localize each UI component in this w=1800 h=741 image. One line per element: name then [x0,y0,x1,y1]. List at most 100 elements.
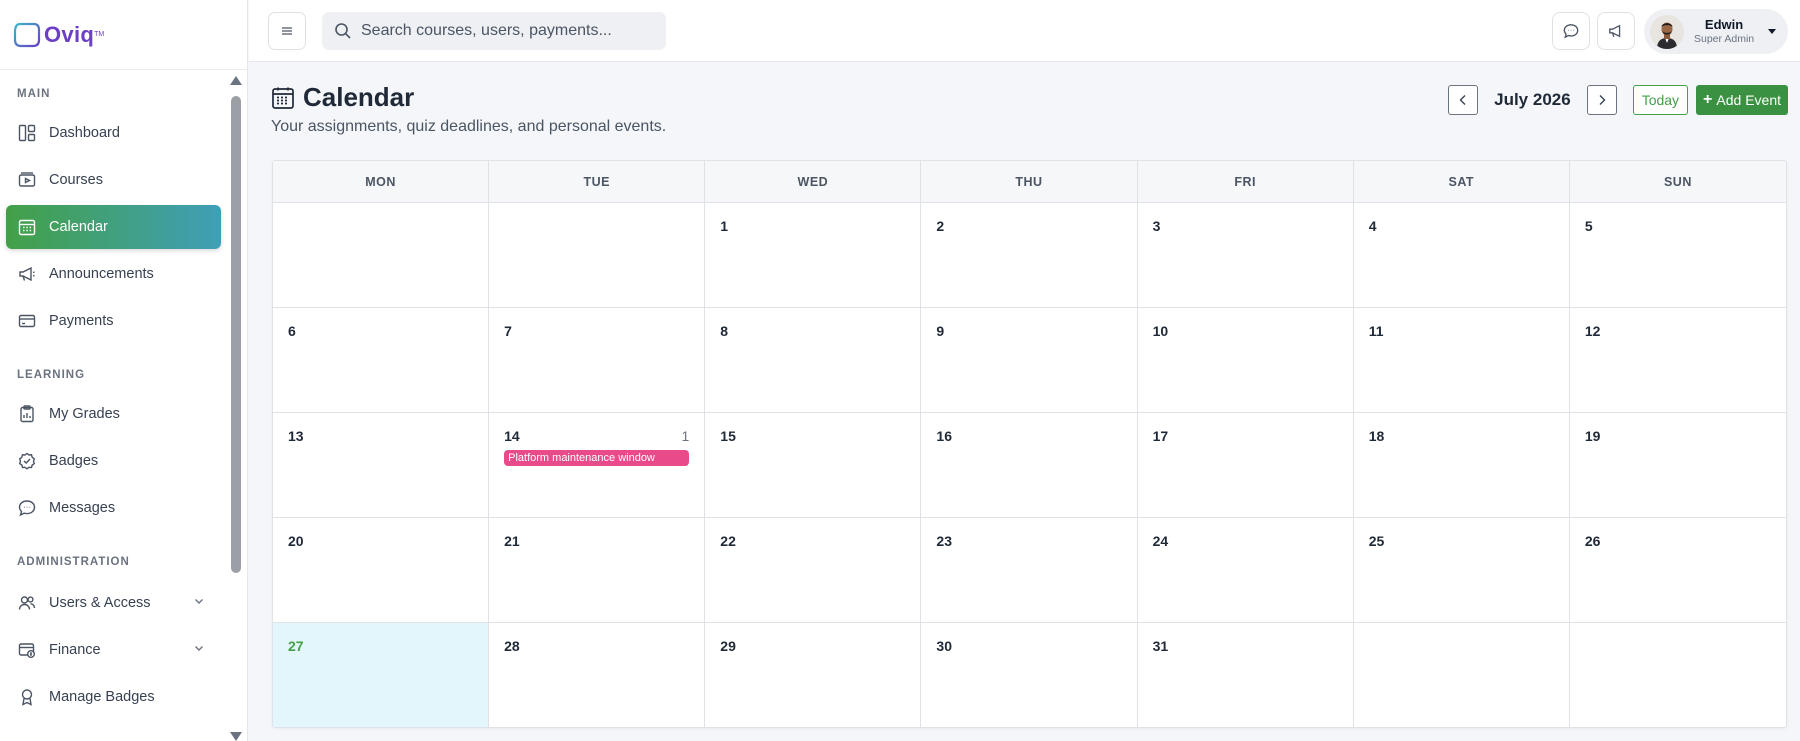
courses-icon [17,170,37,190]
day-cell[interactable]: 19 [1569,413,1786,518]
brand-name: Oviq [44,21,95,47]
badge-icon [17,451,37,471]
announcements-button[interactable] [1597,12,1635,50]
day-cell[interactable]: 30 [921,623,1138,727]
day-number: 21 [504,533,520,549]
day-cell[interactable]: 2 [921,203,1138,308]
page-title-row: Calendar [271,82,666,113]
brand-logo[interactable]: Oviq TM [0,0,247,70]
day-cell[interactable]: 9 [921,308,1138,413]
search-input[interactable] [361,22,661,40]
scroll-up-arrow-icon[interactable] [230,76,242,85]
day-cell[interactable]: 27 [273,623,490,727]
day-cell[interactable]: 23 [921,518,1138,623]
day-number: 6 [288,323,296,339]
sidebar-item-label: Calendar [49,219,108,235]
day-cell[interactable]: 16 [921,413,1138,518]
sidebar-item-label: Manage Badges [49,689,155,705]
scroll-down-arrow-icon[interactable] [230,732,242,741]
empty-day-cell [273,203,490,308]
sidebar-item-dashboard[interactable]: Dashboard [6,111,221,155]
prev-month-button[interactable] [1448,85,1479,115]
day-cell[interactable]: 17 [1137,413,1354,518]
day-number: 20 [288,533,304,549]
day-cell[interactable]: 21 [489,518,706,623]
sidebar-item-label: Courses [49,172,103,188]
day-cell[interactable]: 7 [489,308,706,413]
sidebar-item-announcements[interactable]: Announcements [6,252,221,296]
sidebar-item-calendar[interactable]: Calendar [6,205,221,249]
day-cell[interactable]: 15 [705,413,922,518]
sidebar-item-messages[interactable]: Messages [6,486,221,530]
scrollbar-thumb[interactable] [231,96,241,573]
user-name: Edwin [1704,17,1744,32]
day-number: 12 [1584,323,1601,339]
day-cell[interactable]: 22 [705,518,922,623]
weekday-wed: WED [705,161,922,202]
sidebar-item-payments[interactable]: Payments [6,299,221,343]
search-bar[interactable] [322,12,666,50]
caret-down-icon [1768,29,1777,34]
day-cell[interactable]: 14 1 Platform maintenance window [489,413,706,518]
section-title-main: MAIN [17,88,51,100]
menu-toggle-button[interactable] [268,12,306,50]
page-header: Calendar Your assignments, quiz deadline… [271,82,666,136]
day-cell[interactable]: 12 [1569,308,1786,413]
day-cell[interactable]: 29 [705,623,922,727]
day-cell[interactable]: 18 [1353,413,1570,518]
chevron-down-icon [193,642,205,658]
sidebar-item-label: Messages [49,500,116,516]
sidebar-item-badges[interactable]: Badges [6,439,221,483]
day-cell[interactable]: 24 [1137,518,1354,623]
sidebar-item-my-grades[interactable]: My Grades [6,392,221,436]
messages-button[interactable] [1552,12,1590,50]
section-title-administration: ADMINISTRATION [17,556,130,568]
next-month-button[interactable] [1586,85,1617,115]
empty-day-cell [489,203,706,308]
sidebar-item-manage-badges[interactable]: Manage Badges [6,675,221,719]
day-number: 17 [1152,428,1169,444]
calendar-event[interactable]: Platform maintenance window [504,450,690,466]
day-number: 18 [1368,428,1385,444]
sidebar-item-courses[interactable]: Courses [6,158,221,202]
day-number: 30 [936,638,952,654]
plus-icon: + [1703,91,1713,108]
day-number: 2 [936,218,945,234]
section-title-learning: LEARNING [17,369,86,381]
sidebar-item-label: Dashboard [49,125,120,141]
chevron-right-icon [1599,95,1606,105]
sidebar-item-label: Finance [49,642,101,658]
megaphone-icon [17,264,37,284]
day-cell[interactable]: 6 [273,308,490,413]
chevron-down-icon [193,595,205,611]
calendar-icon [272,87,294,109]
day-cell[interactable]: 20 [273,518,490,623]
day-cell[interactable]: 25 [1353,518,1570,623]
sidebar-item-finance[interactable]: Finance [6,628,221,672]
day-cell[interactable]: 28 [489,623,706,727]
day-cell[interactable]: 3 [1137,203,1354,308]
day-cell[interactable]: 10 [1137,308,1354,413]
sidebar-item-label: Announcements [49,266,154,282]
day-cell[interactable]: 4 [1353,203,1570,308]
day-number: 31 [1152,638,1169,654]
day-cell[interactable]: 13 [273,413,490,518]
sidebar-scrollbar[interactable] [229,74,243,741]
user-menu[interactable]: Edwin Super Admin [1644,9,1788,54]
chat-icon [17,498,37,518]
day-cell[interactable]: 5 [1569,203,1786,308]
calendar-days: 1 2 3 4 5 6 7 8 9 10 11 12 13 14 1 Platform maintenance… [273,203,1786,727]
day-number: 15 [720,428,736,444]
day-number: 4 [1368,218,1377,234]
day-cell[interactable]: 31 [1138,623,1354,727]
today-button[interactable]: Today [1632,85,1689,115]
add-event-button[interactable]: + Add Event [1696,85,1788,115]
day-number: 9 [936,323,945,339]
day-cell[interactable]: 26 [1569,518,1786,623]
sidebar-item-users-access[interactable]: Users & Access [6,581,221,625]
calendar-grid: MON TUE WED THU FRI SAT SUN 1 2 3 4 5 6 7 8 9 10 1… [272,160,1787,728]
day-cell[interactable]: 1 [705,203,922,308]
top-header: Edwin Super Admin [249,0,1800,62]
day-cell[interactable]: 11 [1353,308,1570,413]
day-cell[interactable]: 8 [705,308,922,413]
